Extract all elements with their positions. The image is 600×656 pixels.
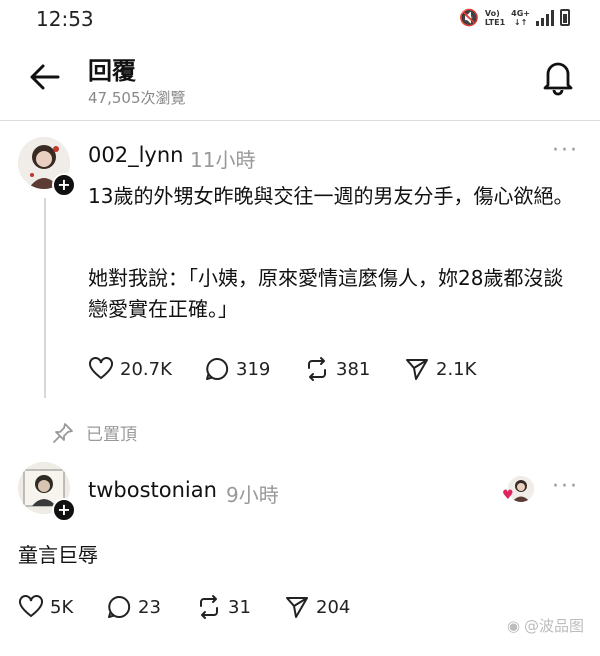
status-icons: 🔇 Vo) LTE1 4G+ ↓↑: [459, 8, 570, 27]
send-icon: [406, 359, 428, 380]
comment-bubble-icon: [108, 595, 131, 618]
comment-button[interactable]: 319: [204, 356, 304, 382]
more-dots-icon[interactable]: ···: [552, 138, 579, 163]
signal-icon: [536, 9, 554, 26]
watermark: ◉ @波品图: [507, 615, 584, 636]
post-time: 11小時: [190, 148, 256, 172]
share-count: 204: [316, 596, 351, 618]
data-arrows-icon: ↓↑: [513, 17, 528, 27]
header: 回覆 47,505次瀏覽: [0, 38, 600, 120]
like-count: 20.7K: [120, 358, 172, 380]
header-divider: [0, 120, 600, 121]
status-bar: 12:53 🔇 Vo) LTE1 4G+ ↓↑: [0, 0, 600, 38]
volte-bottom-label: LTE1: [484, 17, 506, 27]
bell-icon[interactable]: [540, 58, 576, 96]
post-paragraph-2: 她對我說：「小姨，原來愛情這麼傷人，妳28歲都沒談戀愛實在正確。」: [88, 266, 564, 321]
status-time: 12:53: [36, 7, 94, 31]
comment-count: 319: [236, 358, 271, 380]
like-button[interactable]: 5K: [18, 595, 106, 619]
reply-actions: 5K 23 31 204: [18, 594, 374, 620]
author-liked-heart-icon: ♥: [502, 488, 514, 503]
comment-bubble-icon: [206, 357, 229, 380]
page-title: 回覆: [88, 57, 136, 85]
battery-icon: [560, 9, 570, 26]
pin-icon: [53, 422, 73, 443]
more-dots-icon[interactable]: ···: [552, 474, 579, 499]
send-icon: [286, 597, 308, 618]
mute-icon: 🔇: [458, 8, 479, 27]
follow-plus-icon[interactable]: +: [52, 498, 76, 522]
view-count: 47,505次瀏覽: [88, 89, 186, 107]
post-username[interactable]: 002_lynn: [88, 143, 183, 167]
pinned-row: 已置頂: [52, 420, 137, 445]
post-actions: 20.7K 319 381 2.1K: [88, 356, 504, 382]
reply-text: 童言巨辱: [18, 543, 98, 567]
repost-count: 31: [228, 596, 251, 618]
network-gen-label: 4G+: [511, 8, 530, 18]
comment-button[interactable]: 23: [106, 594, 196, 620]
pinned-label: 已置頂: [86, 425, 137, 445]
network-type-icon: 4G+ ↓↑: [511, 9, 530, 27]
thread-line: [44, 198, 46, 398]
like-count: 5K: [50, 596, 74, 618]
arrow-left-icon[interactable]: [28, 60, 62, 94]
repost-button[interactable]: 381: [304, 356, 404, 382]
repost-count: 381: [336, 358, 371, 380]
weibo-logo-icon: ◉: [506, 616, 520, 635]
repost-icon: [200, 595, 218, 619]
repost-icon: [308, 357, 326, 381]
post-paragraph-1: 13歲的外甥女昨晚與交往一週的男友分手，傷心欲絕。: [88, 184, 574, 208]
watermark-text: @波品图: [523, 617, 584, 635]
heart-icon: [89, 357, 113, 380]
share-count: 2.1K: [436, 358, 477, 380]
share-button[interactable]: 2.1K: [404, 356, 504, 382]
share-button[interactable]: 204: [284, 594, 374, 620]
heart-icon: [19, 595, 43, 618]
repost-button[interactable]: 31: [196, 594, 284, 620]
follow-plus-icon[interactable]: +: [52, 173, 76, 197]
volte-top-label: Vo): [484, 8, 500, 18]
comment-count: 23: [138, 596, 161, 618]
like-button[interactable]: 20.7K: [88, 357, 204, 381]
volte-icon: Vo) LTE1: [485, 9, 505, 27]
reply-time: 9小時: [226, 483, 279, 507]
reply-username[interactable]: twbostonian: [88, 478, 217, 502]
